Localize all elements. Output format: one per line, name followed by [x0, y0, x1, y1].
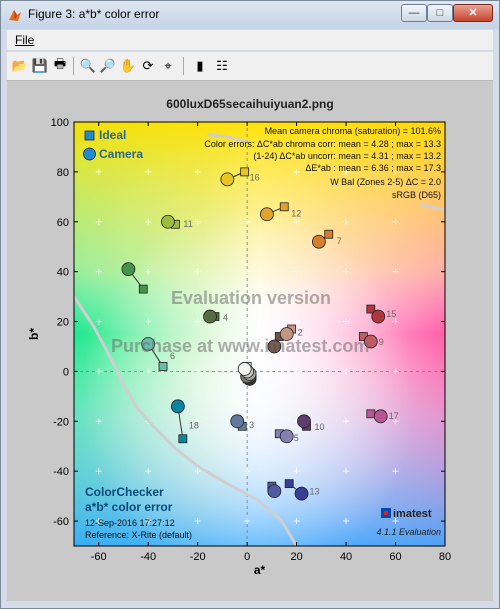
rotate-icon[interactable]: ⟳ [139, 57, 157, 75]
y-tick-label: 40 [57, 267, 69, 279]
x-tick-label: 20 [290, 551, 302, 563]
version-label: 4.1.1 Evaluation [376, 527, 441, 537]
title-bar[interactable]: Figure 3: a*b* color error — □ ✕ [1, 1, 499, 29]
ideal-marker-16 [240, 167, 250, 177]
camera-marker-4 [203, 309, 217, 324]
camera-marker-10 [297, 414, 311, 429]
ideal-marker-18 [178, 434, 188, 444]
ideal-marker-12 [279, 202, 289, 212]
x-tick-label: 0 [244, 551, 250, 563]
camera-marker-17 [373, 409, 388, 424]
patch-label-7: 7 [337, 236, 342, 246]
chart-title: 600luxD65secaihuiyuan2.png [166, 97, 333, 111]
x-tick-label: 60 [389, 551, 401, 563]
patch-label-11: 11 [183, 219, 192, 229]
patch-label-18: 18 [189, 421, 199, 431]
camera-marker-8 [267, 484, 282, 499]
y-tick-label: 60 [57, 217, 69, 229]
y-tick-label: 80 [57, 167, 69, 179]
reference-label: Reference: X-Rite (default) [85, 530, 192, 540]
camera-marker-3 [230, 414, 245, 429]
patch-label-17: 17 [389, 411, 399, 421]
patch-label-5: 5 [294, 433, 299, 443]
imatest-logo-dot [384, 511, 388, 515]
patch-label-16: 16 [250, 173, 260, 183]
y-axis-label: b* [27, 328, 41, 340]
patch-label-12: 12 [291, 209, 301, 219]
info-line-5: W Bal (Zones 2-5) ΔC = 2.0 [330, 177, 441, 187]
info-line-1: Mean camera chroma (saturation) = 101.6% [265, 126, 441, 136]
maximize-button[interactable]: □ [427, 4, 453, 22]
print-icon[interactable]: 🖶 [51, 56, 69, 75]
open-file-icon[interactable]: 📂 [11, 57, 29, 75]
camera-marker-14 [121, 262, 136, 277]
data-cursor-icon[interactable]: ⌖ [159, 57, 177, 75]
info-line-2: Color errors: ΔC*ab chroma corr: mean = … [204, 139, 441, 149]
patch-label-13: 13 [310, 487, 320, 497]
camera-marker-7 [311, 234, 326, 249]
legend-ideal-marker [84, 130, 95, 141]
camera-marker-18 [170, 399, 185, 414]
patch-label-10: 10 [314, 422, 324, 432]
chart-subtitle: a*b* color error [85, 500, 173, 514]
legend-camera-marker [83, 147, 96, 161]
menu-file[interactable]: File [15, 33, 34, 47]
camera-marker-12 [260, 207, 274, 222]
y-tick-label: -20 [53, 416, 69, 428]
colorchecker-label: ColorChecker [85, 485, 164, 499]
x-tick-label: -20 [190, 551, 206, 563]
legend-icon[interactable]: ☷ [213, 57, 231, 75]
menu-bar: File [7, 30, 493, 50]
camera-marker-5 [279, 429, 294, 444]
patch-label-9: 9 [379, 337, 384, 347]
evaluation-watermark: Evaluation version [171, 288, 332, 308]
patch-label-15: 15 [386, 309, 396, 319]
y-tick-label: 100 [51, 117, 69, 129]
toolbar-separator [183, 57, 184, 75]
y-tick-label: 20 [57, 317, 69, 329]
toolbar: 📂 💾 🖶 🔍 🔎 ✋ ⟳ ⌖ ▮ ☷ [7, 51, 493, 81]
info-line-4: ΔE*ab : mean = 6.36 ; max = 17.3 [305, 163, 441, 173]
y-tick-label: -60 [53, 516, 69, 528]
x-axis-label: a* [254, 563, 266, 577]
window-title: Figure 3: a*b* color error [28, 7, 160, 21]
save-icon[interactable]: 💾 [31, 57, 49, 75]
ideal-marker-14 [138, 284, 148, 294]
info-line-6: sRGB (D65) [392, 190, 441, 200]
camera-marker-11 [161, 214, 175, 229]
camera-marker-13 [294, 486, 309, 501]
camera-marker-15 [371, 309, 386, 324]
info-line-3: (1-24) ΔC*ab uncorr: mean = 4.31 ; max =… [253, 151, 441, 161]
colorbar-icon[interactable]: ▮ [191, 57, 209, 75]
patch-label-4: 4 [223, 313, 228, 323]
ideal-marker-7 [324, 229, 334, 239]
patch-label-3: 3 [249, 420, 254, 430]
x-tick-label: -40 [140, 551, 156, 563]
y-tick-label: 0 [63, 366, 69, 378]
pan-icon[interactable]: ✋ [119, 57, 137, 75]
x-tick-label: -60 [91, 551, 107, 563]
toolbar-separator [73, 57, 74, 75]
y-tick-label: -40 [53, 466, 69, 478]
minimize-button[interactable]: — [401, 4, 427, 22]
purchase-watermark: Purchase at www.imatest.com [111, 336, 370, 356]
matlab-app-icon [9, 10, 21, 21]
ideal-marker-13 [284, 479, 294, 489]
imatest-logo: imatest [393, 508, 432, 520]
ideal-marker-17 [366, 409, 376, 419]
timestamp: 12-Sep-2016 17:27:12 [85, 518, 175, 528]
zoom-out-icon[interactable]: 🔎 [99, 57, 117, 75]
zoom-in-icon[interactable]: 🔍 [79, 57, 97, 75]
legend-ideal-label: Ideal [99, 128, 126, 142]
camera-marker-19 [237, 362, 252, 376]
x-tick-label: 40 [340, 551, 352, 563]
camera-marker-16 [220, 172, 235, 187]
ideal-marker-6 [158, 362, 168, 371]
figure-area: 600luxD65secaihuiyuan2.png 2 3 4 5 6 7 9 10 11 12 1… [7, 81, 493, 601]
close-button[interactable]: ✕ [453, 4, 493, 22]
legend-camera-label: Camera [99, 147, 143, 161]
x-tick-label: 80 [439, 551, 451, 563]
figure-window: Figure 3: a*b* color error — □ ✕ File 📂 💾… [0, 0, 500, 609]
